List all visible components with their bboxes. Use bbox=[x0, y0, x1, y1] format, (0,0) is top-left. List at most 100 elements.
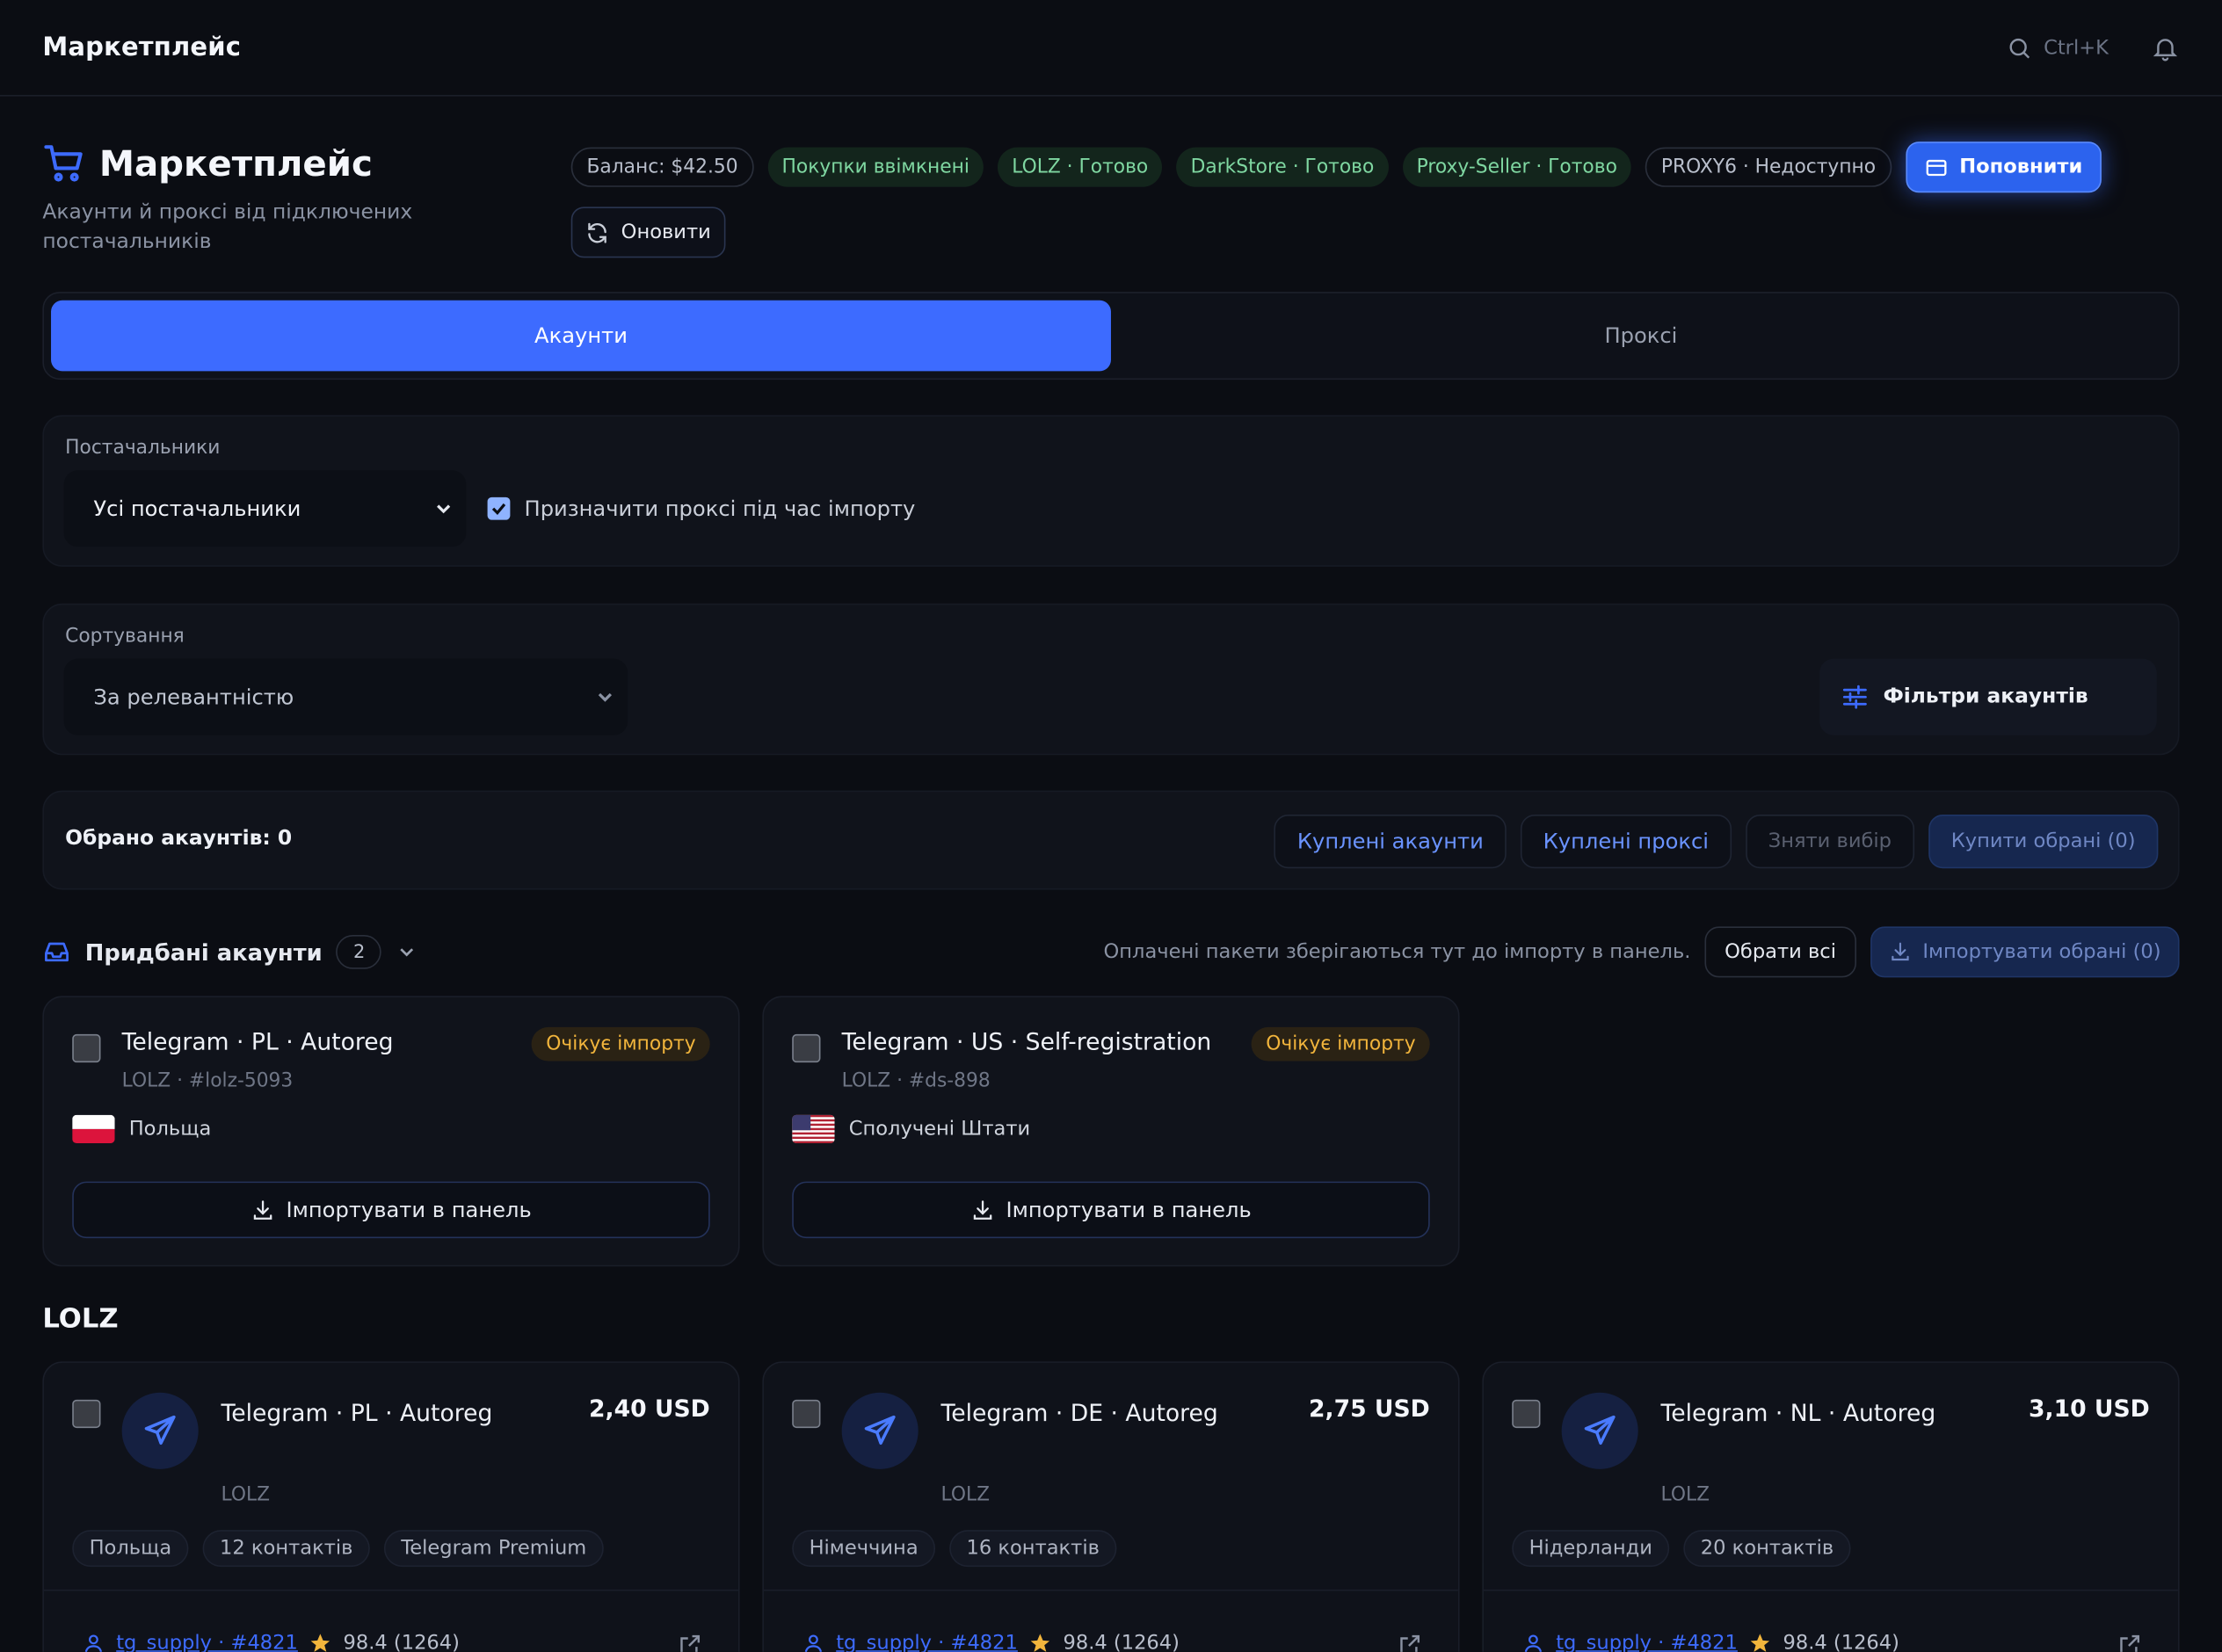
import-to-panel-button[interactable]: Імпортувати в панель bbox=[72, 1181, 710, 1239]
external-link-icon[interactable] bbox=[678, 1632, 703, 1652]
product-tag: 20 контактів bbox=[1683, 1530, 1851, 1568]
external-link-icon[interactable] bbox=[2117, 1632, 2143, 1652]
download-icon bbox=[1891, 942, 1909, 961]
import-to-panel-label: Імпортувати в панель bbox=[1006, 1197, 1252, 1223]
sorting-panel: Сортування За релевантністю Фільтри акау… bbox=[42, 603, 2180, 756]
darkstore-status-badge: DarkStore · Готово bbox=[1176, 147, 1389, 187]
seller-rating: 98.4 (1264) bbox=[343, 1632, 460, 1652]
import-to-panel-label: Імпортувати в панель bbox=[286, 1197, 532, 1223]
suppliers-label: Постачальники bbox=[65, 436, 221, 460]
external-link-icon[interactable] bbox=[1398, 1632, 1423, 1652]
sliders-icon bbox=[1842, 685, 1867, 709]
purchased-card: Telegram · US · Self-registration LOLZ ·… bbox=[762, 996, 1460, 1267]
refresh-button[interactable]: Оновити bbox=[570, 206, 726, 258]
search-button[interactable]: Ctrl+K bbox=[2007, 34, 2109, 60]
sorting-select[interactable]: За релевантністю bbox=[63, 658, 628, 735]
product-tag: Telegram Premium bbox=[383, 1530, 604, 1568]
product-price: 2,75 USD bbox=[1308, 1395, 1430, 1423]
provider-section-title: LOLZ bbox=[42, 1303, 119, 1335]
seller-info: tg_supply · #4821 98.4 (1264) bbox=[83, 1632, 460, 1652]
purchases-enabled-badge: Покупки ввімкнені bbox=[767, 147, 984, 187]
topup-label: Поповнити bbox=[1959, 156, 2083, 179]
product-title: Telegram · DE · Autoreg bbox=[940, 1399, 1218, 1427]
import-selected-label: Імпортувати обрані (0) bbox=[1922, 940, 2161, 964]
tab-proxies[interactable]: Проксі bbox=[1111, 301, 2171, 372]
seller-rating: 98.4 (1264) bbox=[1783, 1632, 1899, 1652]
card-divider bbox=[1483, 1589, 2178, 1591]
purchased-card: Telegram · PL · Autoreg LOLZ · #lolz-509… bbox=[42, 996, 740, 1267]
seller-link[interactable]: tg_supply · #4821 bbox=[836, 1632, 1018, 1652]
product-title: Telegram · NL · Autoreg bbox=[1660, 1399, 1936, 1427]
purchased-card-country: Польща bbox=[72, 1114, 212, 1144]
product-tag: 16 контактів bbox=[949, 1530, 1117, 1568]
product-card-checkbox[interactable] bbox=[1512, 1399, 1541, 1429]
import-selected-button[interactable]: Імпортувати обрані (0) bbox=[1870, 926, 2180, 978]
chevron-down-icon[interactable] bbox=[396, 941, 419, 964]
selected-count: Обрано акаунтів: 0 bbox=[65, 827, 293, 851]
product-card-checkbox[interactable] bbox=[72, 1399, 101, 1429]
product-provider: LOLZ bbox=[221, 1482, 271, 1506]
product-card[interactable]: Telegram · DE · Autoreg 2,75 USD LOLZ Ні… bbox=[762, 1361, 1460, 1652]
status-badge: Очікує імпорту bbox=[532, 1026, 710, 1061]
search-icon bbox=[2009, 38, 2030, 58]
product-card[interactable]: Telegram · NL · Autoreg 3,10 USD LOLZ Ні… bbox=[1482, 1361, 2180, 1652]
star-icon bbox=[310, 1634, 330, 1652]
suppliers-panel: Постачальники Усі постачальники Призначи… bbox=[42, 415, 2180, 567]
assign-proxy-label: Призначити проксі під час імпорту bbox=[524, 496, 916, 522]
chevron-down-icon bbox=[598, 692, 612, 702]
page-title: Маркетплейс bbox=[98, 142, 373, 184]
suppliers-selected: Усі постачальники bbox=[93, 496, 301, 522]
inbox-icon bbox=[45, 942, 69, 962]
tab-accounts[interactable]: Акаунти bbox=[51, 300, 1111, 372]
seller-info: tg_supply · #4821 98.4 (1264) bbox=[1522, 1632, 1899, 1652]
page-header: Маркетплейс Акаунти й проксі від підключ… bbox=[42, 141, 2179, 269]
assign-proxy-checkbox[interactable] bbox=[487, 496, 511, 520]
seller-link[interactable]: tg_supply · #4821 bbox=[1556, 1632, 1738, 1652]
download-icon bbox=[973, 1199, 992, 1220]
user-icon bbox=[804, 1634, 823, 1652]
download-icon bbox=[253, 1199, 272, 1220]
country-label: Польща bbox=[128, 1118, 212, 1141]
status-badge: Очікує імпорту bbox=[1252, 1026, 1430, 1061]
product-price: 2,40 USD bbox=[588, 1395, 710, 1423]
clear-selection-button[interactable]: Зняти вибір bbox=[1745, 815, 1914, 869]
bought-accounts-button[interactable]: Куплені акаунти bbox=[1274, 815, 1507, 869]
product-tag: Польща bbox=[72, 1530, 189, 1568]
buy-selected-button[interactable]: Купити обрані (0) bbox=[1928, 815, 2159, 869]
seller-rating: 98.4 (1264) bbox=[1063, 1632, 1180, 1652]
telegram-icon bbox=[841, 1392, 919, 1469]
product-card[interactable]: Telegram · PL · Autoreg 2,40 USD LOLZ По… bbox=[42, 1361, 740, 1652]
check-icon bbox=[491, 503, 506, 516]
product-tag: 12 контактів bbox=[202, 1530, 370, 1568]
purchased-title: Придбані акаунти bbox=[84, 938, 323, 966]
bought-proxies-button[interactable]: Куплені проксі bbox=[1520, 815, 1732, 869]
import-to-panel-button[interactable]: Імпортувати в панель bbox=[792, 1181, 1430, 1239]
product-tag: Нідерланди bbox=[1512, 1530, 1670, 1568]
star-icon bbox=[1030, 1634, 1050, 1652]
card-divider bbox=[43, 1589, 738, 1591]
status-badges: Баланс: $42.50 Покупки ввімкнені LOLZ · … bbox=[570, 141, 2180, 193]
purchased-header: Придбані акаунти 2 Оплачені пакети збері… bbox=[42, 926, 2180, 978]
purchased-card-title: Telegram · US · Self-registration bbox=[841, 1028, 1212, 1056]
product-provider: LOLZ bbox=[1660, 1482, 1710, 1506]
product-card-checkbox[interactable] bbox=[792, 1399, 821, 1429]
refresh-icon bbox=[588, 221, 607, 243]
assign-proxy-option[interactable]: Призначити проксі під час імпорту bbox=[487, 496, 916, 522]
suppliers-select[interactable]: Усі постачальники bbox=[63, 470, 467, 547]
app-brand[interactable]: Маркетплейс bbox=[42, 33, 241, 62]
balance-badge: Баланс: $42.50 bbox=[570, 147, 754, 187]
bell-icon[interactable] bbox=[2151, 33, 2179, 62]
select-all-button[interactable]: Обрати всі bbox=[1704, 926, 1856, 978]
purchased-card-checkbox[interactable] bbox=[792, 1033, 821, 1063]
purchased-card-title: Telegram · PL · Autoreg bbox=[121, 1028, 394, 1056]
topup-button[interactable]: Поповнити bbox=[1905, 141, 2102, 193]
us-flag-icon bbox=[792, 1114, 835, 1144]
top-bar: Маркетплейс Ctrl+K bbox=[0, 0, 2222, 97]
user-icon bbox=[84, 1634, 103, 1652]
chevron-down-icon bbox=[437, 504, 451, 514]
purchased-card-checkbox[interactable] bbox=[72, 1033, 101, 1063]
account-filters-button[interactable]: Фільтри акаунтів bbox=[1819, 658, 2157, 735]
account-filters-label: Фільтри акаунтів bbox=[1883, 685, 2088, 709]
tab-bar: Акаунти Проксі bbox=[42, 292, 2180, 380]
seller-link[interactable]: tg_supply · #4821 bbox=[116, 1632, 298, 1652]
